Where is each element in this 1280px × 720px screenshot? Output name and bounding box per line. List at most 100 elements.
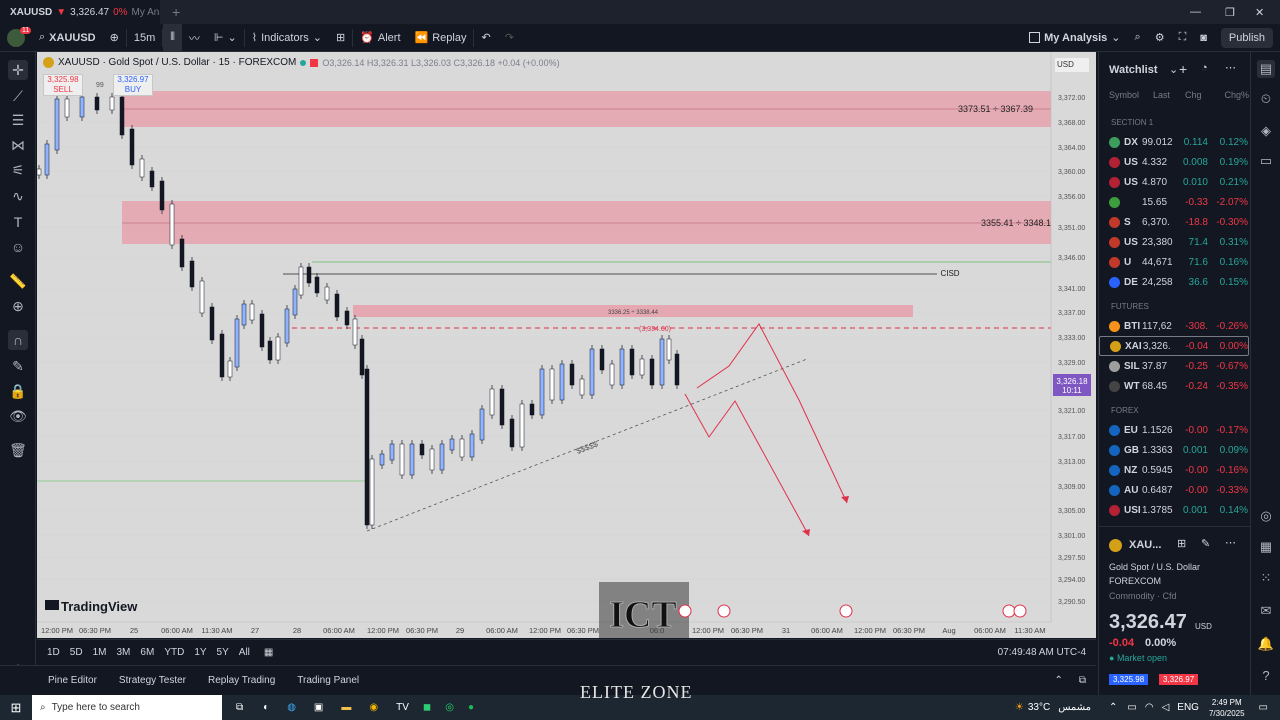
chevron-up-icon[interactable]: ⌃	[1054, 675, 1062, 686]
indicators-button[interactable]: ⌇ Indicators ⌄	[245, 24, 329, 52]
chart-canvas[interactable]: 3,372.00 3,368.00 3,364.00 3,360.00 3,356.00…	[37, 52, 1096, 638]
tab-trading-panel[interactable]: Trading Panel	[297, 675, 359, 686]
alert-button[interactable]: ⏰ Alert	[353, 24, 407, 52]
tray-chevron-icon[interactable]: ⌃	[1109, 702, 1117, 713]
brush-icon[interactable]: ∿	[8, 186, 28, 206]
chart-area[interactable]: 3,372.00 3,368.00 3,364.00 3,360.00 3,356.00…	[37, 52, 1096, 638]
tab-strategy-tester[interactable]: Strategy Tester	[119, 675, 186, 686]
new-tab-icon[interactable]: +	[172, 4, 180, 20]
minimize-icon[interactable]: —	[1190, 6, 1201, 18]
forecast-icon[interactable]: ⚟	[8, 160, 28, 180]
compare-add-button[interactable]: ⊕	[103, 24, 126, 52]
language-indicator[interactable]: ENG	[1177, 702, 1199, 713]
us-event-icon[interactable]	[839, 604, 853, 618]
range-1d[interactable]: 1D	[47, 647, 60, 658]
target-icon[interactable]: ◎	[1257, 507, 1275, 525]
col-chg[interactable]: Chg	[1185, 90, 1215, 100]
watchlist-row[interactable]: WT 68.45 -0.24 -0.35%	[1099, 376, 1249, 396]
projection-path-2[interactable]	[684, 393, 810, 537]
snapshot-button[interactable]: ◙	[1193, 24, 1214, 52]
details-symbol[interactable]: XAU...	[1129, 539, 1161, 551]
store-icon[interactable]: ▣	[314, 702, 323, 713]
maximize-icon[interactable]: ❐	[1225, 6, 1235, 19]
supply-zone-2[interactable]	[122, 201, 1051, 244]
undo-button[interactable]: ↶	[474, 24, 497, 52]
watchlist-title[interactable]: Watchlist	[1109, 64, 1158, 76]
network-icon[interactable]: ▭	[1127, 702, 1136, 713]
watchlist-row[interactable]: S 6,370. -18.8 -0.30%	[1099, 212, 1249, 232]
app-icon[interactable]: ◼	[423, 702, 431, 713]
emoji-icon[interactable]: ☺	[8, 237, 28, 257]
watchlist-icon[interactable]: ▤	[1257, 60, 1275, 78]
ruler-icon[interactable]: 📏	[8, 271, 28, 291]
range-5d[interactable]: 5D	[70, 647, 83, 658]
symbol-search[interactable]: ⌕ XAUUSD	[32, 24, 103, 52]
layout-button[interactable]: My Analysis ⌄	[1022, 24, 1127, 52]
buy-button[interactable]: 3,326.97 BUY	[113, 74, 153, 96]
us-event-icon[interactable]	[1013, 604, 1027, 618]
templates-button[interactable]: ⊞	[329, 24, 352, 52]
quick-search-button[interactable]: ⌕	[1128, 24, 1148, 52]
task-view-icon[interactable]: ⧉	[236, 702, 243, 713]
trash-icon[interactable]: 🗑	[8, 440, 28, 460]
notifications-icon[interactable]: ✉	[1257, 602, 1275, 620]
watchlist-row[interactable]: US 4.332 0.008 0.19%	[1099, 152, 1249, 172]
watchlist-row[interactable]: U 44,671 71.6 0.16%	[1099, 252, 1249, 272]
advanced-view-icon[interactable]: ◔	[1201, 62, 1208, 74]
range-6m[interactable]: 6M	[140, 647, 154, 658]
maximize-panel-icon[interactable]: ⧉	[1079, 675, 1086, 686]
text-icon[interactable]: T	[8, 212, 28, 232]
explorer-icon[interactable]: ▬	[341, 702, 351, 713]
crosshair-icon[interactable]: ✛	[8, 60, 28, 80]
utc-clock[interactable]: 07:49:48 AM UTC-4	[998, 647, 1096, 658]
us-event-icon[interactable]	[717, 604, 731, 618]
close-icon[interactable]: ✕	[1255, 6, 1264, 19]
watchlist-row[interactable]: XAI 3,326. -0.04 0.00%	[1099, 336, 1249, 356]
details-name[interactable]: Gold Spot / U.S. Dollar	[1109, 562, 1200, 572]
tab-replay-trading[interactable]: Replay Trading	[208, 675, 275, 686]
chrome-icon[interactable]: ◉	[369, 702, 378, 713]
pattern-icon[interactable]: ⋈	[8, 135, 28, 155]
zoom-icon[interactable]: ⊕	[8, 296, 28, 316]
section-label[interactable]: FUTURES	[1111, 302, 1149, 311]
projection-path-1[interactable]	[696, 323, 848, 504]
user-avatar[interactable]: 11	[0, 24, 32, 52]
watchlist-row[interactable]: USI 1.3785 0.001 0.14%	[1099, 500, 1249, 520]
volume-icon[interactable]: ◁	[1162, 702, 1170, 713]
section-label[interactable]: SECTION 1	[1111, 118, 1153, 127]
taskbar-search[interactable]: ⌕ Type here to search	[32, 695, 222, 720]
edit-icon[interactable]: ✎	[1201, 537, 1210, 550]
taskbar-clock[interactable]: 2:49 PM 7/30/2025	[1209, 697, 1245, 719]
bell-icon[interactable]: 🔔	[1257, 635, 1275, 653]
range-3m[interactable]: 3M	[117, 647, 131, 658]
trend-line-icon[interactable]: ⟋	[8, 86, 28, 106]
spotify-icon[interactable]: ●	[468, 702, 474, 713]
watchlist-row[interactable]: AU 0.6487 -0.00 -0.33%	[1099, 480, 1249, 500]
watchlist-row[interactable]: US 23,380 71.4 0.31%	[1099, 232, 1249, 252]
tab-pine-editor[interactable]: Pine Editor	[48, 675, 97, 686]
calendar-icon[interactable]: ▦	[264, 647, 273, 658]
sell-button[interactable]: 3,325.98 SELL	[43, 74, 83, 96]
tradingview-app-icon[interactable]: TV	[396, 702, 409, 713]
watchlist-row[interactable]: DE 24,258 36.6 0.15%	[1099, 272, 1249, 292]
replay-button[interactable]: ⏪ Replay	[408, 24, 474, 52]
fullscreen-button[interactable]: ⛶	[1172, 24, 1194, 52]
chat-icon[interactable]: ▭	[1257, 152, 1275, 170]
col-last[interactable]: Last	[1153, 90, 1185, 100]
edge-icon[interactable]: ◍	[287, 702, 296, 713]
help-icon[interactable]: ?	[1257, 666, 1275, 684]
apps-icon[interactable]: ⁙	[1257, 569, 1275, 587]
browser-tab[interactable]: XAUUSD ▼ 3,326.47 0% My Anal	[0, 0, 160, 24]
bar-type-button[interactable]: ⊩ ⌄	[207, 24, 244, 52]
line-chart-button[interactable]: 〰	[182, 24, 207, 52]
watchlist-row[interactable]: BTI 117,62 -308. -0.26%	[1099, 316, 1249, 336]
section-label[interactable]: FOREX	[1111, 406, 1139, 415]
watchlist-row[interactable]: EU 1.1526 -0.00 -0.17%	[1099, 420, 1249, 440]
publish-button[interactable]: Publish	[1214, 24, 1280, 52]
grid-icon[interactable]: ⊞	[1177, 537, 1186, 550]
alerts-clock-icon[interactable]: ⏲	[1257, 90, 1275, 108]
pencil-lock-icon[interactable]: ✎	[8, 356, 28, 376]
watchlist-row[interactable]: 15.65 -0.33 -2.07%	[1099, 192, 1249, 212]
legend-title[interactable]: XAUUSD · Gold Spot / U.S. Dollar · 15 · …	[58, 57, 296, 68]
us-event-icon[interactable]	[1002, 604, 1016, 618]
